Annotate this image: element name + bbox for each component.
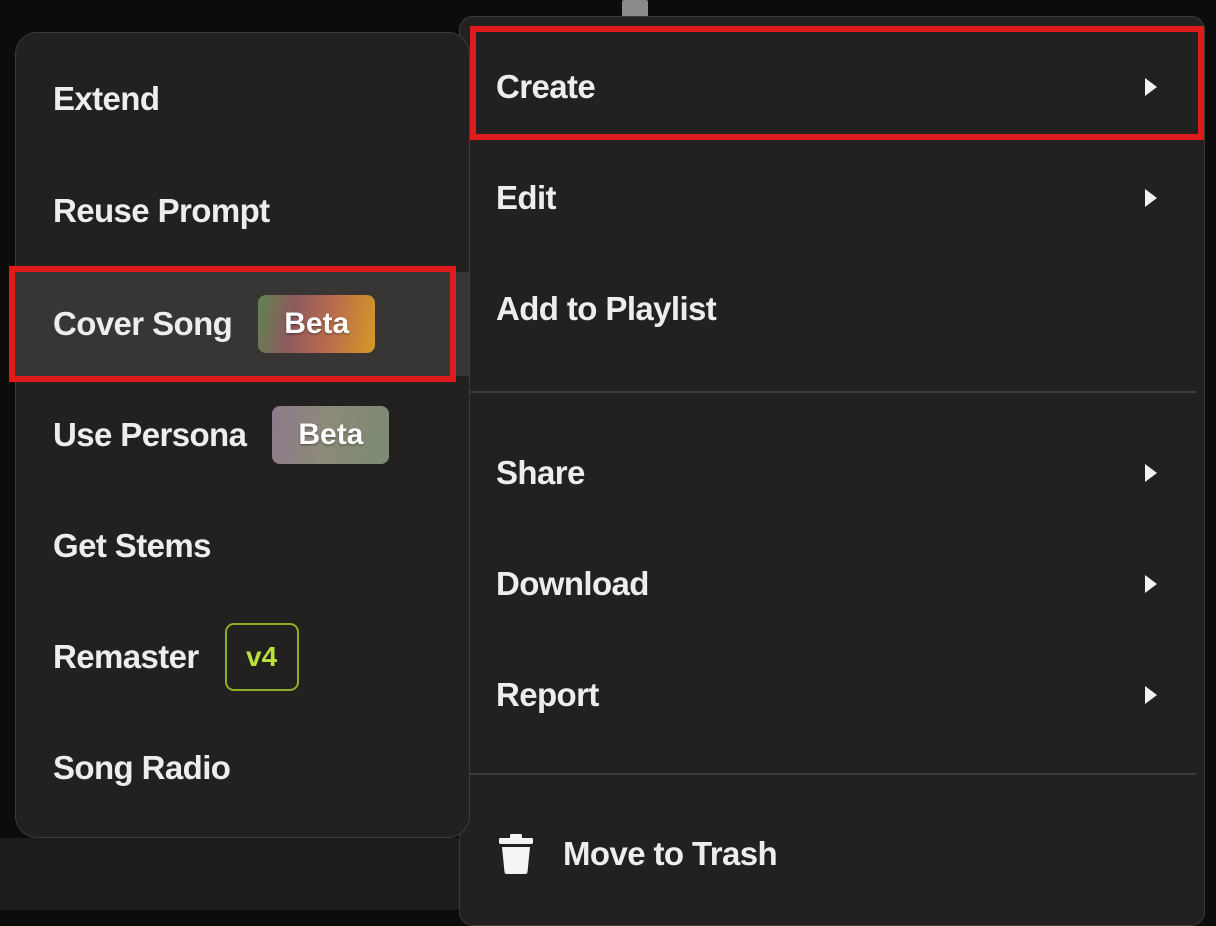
chevron-right-icon	[1145, 464, 1157, 482]
menu-item-label: Edit	[496, 179, 557, 216]
menu-item-label: Download	[496, 565, 649, 602]
menu-item-label: Add to Playlist	[496, 290, 717, 327]
move-to-trash-button[interactable]: Move to Trash	[459, 806, 1205, 902]
beta-badge: Beta	[272, 406, 390, 464]
menu-item-edit[interactable]: Edit	[459, 144, 1203, 252]
menu-item-label: Create	[496, 68, 596, 105]
menu-item-label: Report	[496, 676, 599, 713]
move-to-trash-label: Move to Trash	[563, 835, 778, 872]
submenu-item-label: Extend	[53, 80, 160, 117]
chevron-right-icon	[1145, 575, 1157, 593]
menu-divider	[470, 391, 1196, 393]
submenu-item-label: Remaster	[53, 638, 199, 675]
submenu-item-get-stems[interactable]: Get Stems	[16, 496, 469, 596]
menu-item-share[interactable]: Share	[459, 419, 1203, 527]
submenu-item-label: Cover Song	[53, 305, 233, 342]
trash-icon	[499, 834, 533, 874]
menu-divider	[470, 773, 1196, 775]
chevron-right-icon	[1145, 189, 1157, 207]
submenu-item-use-persona[interactable]: Use Persona Beta	[16, 385, 469, 485]
menu-item-report[interactable]: Report	[459, 641, 1203, 749]
submenu-item-cover-song[interactable]: Cover Song Beta	[16, 272, 469, 376]
beta-badge: Beta	[258, 295, 376, 353]
menu-item-download[interactable]: Download	[459, 530, 1203, 638]
submenu-item-song-radio[interactable]: Song Radio	[16, 718, 469, 818]
version-badge: v4	[224, 623, 299, 691]
submenu-item-label: Get Stems	[53, 527, 211, 564]
chevron-right-icon	[1145, 78, 1157, 96]
submenu-item-label: Use Persona	[53, 416, 247, 453]
menu-item-create[interactable]: Create	[459, 33, 1203, 141]
menu-item-add-to-playlist[interactable]: Add to Playlist	[459, 255, 1203, 363]
submenu-item-label: Song Radio	[53, 749, 231, 786]
submenu-item-remaster[interactable]: Remaster v4	[16, 607, 469, 707]
menu-item-label: Share	[496, 454, 585, 491]
submenu-item-label: Reuse Prompt	[53, 192, 270, 229]
chevron-right-icon	[1145, 686, 1157, 704]
background-panel	[0, 838, 460, 910]
submenu-item-reuse-prompt[interactable]: Reuse Prompt	[16, 161, 469, 261]
submenu-item-extend[interactable]: Extend	[16, 49, 469, 149]
